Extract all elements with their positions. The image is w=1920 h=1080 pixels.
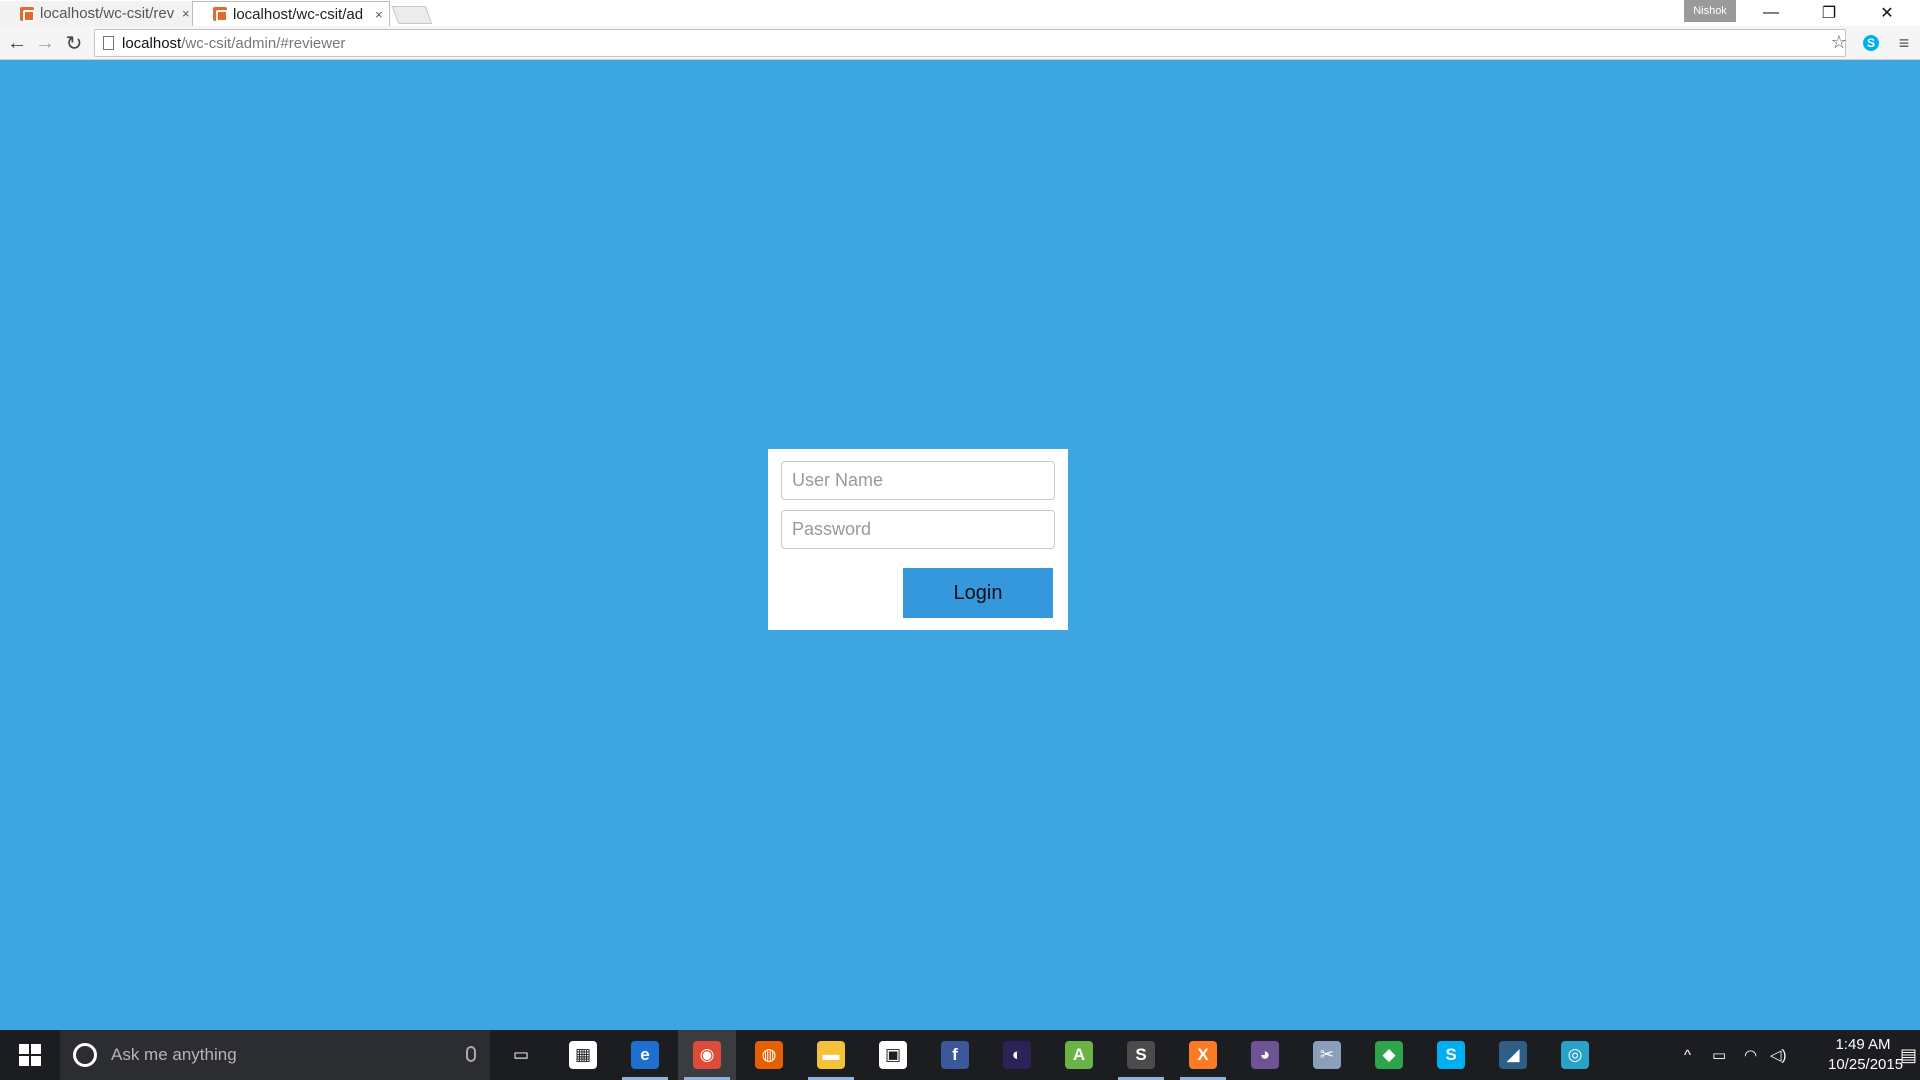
taskbar-sublime-text-button[interactable]: S xyxy=(1112,1030,1170,1080)
taskbar-apps-button[interactable]: ▦ xyxy=(554,1030,612,1080)
taskbar-xampp-button[interactable]: X xyxy=(1174,1030,1232,1080)
skype-icon: S xyxy=(1437,1041,1465,1069)
taskbar-firefox-button[interactable]: ◍ xyxy=(740,1030,798,1080)
facebook-icon: f xyxy=(941,1041,969,1069)
chrome-icon: ◉ xyxy=(693,1041,721,1069)
taskbar-eclipse-button[interactable]: ◐ xyxy=(988,1030,1046,1080)
menu-icon[interactable]: ≡ xyxy=(1893,32,1915,54)
taskbar-fences-button[interactable]: ◆ xyxy=(1360,1030,1418,1080)
address-bar[interactable]: localhost/wc-csit/admin/#reviewer xyxy=(94,29,1846,57)
browser-tab-1[interactable]: localhost/wc-csit/rev × xyxy=(0,1,200,26)
windows-taskbar: Ask me anything ▭ ▦ e ◉ ◍ ▬ ▣ f ◐ A S X ◕ ✂ ◆ S ◢ ◎ ^ ▭ ◠… xyxy=(0,1030,1920,1080)
file-explorer-icon: ▬ xyxy=(817,1041,845,1069)
url-text[interactable]: localhost/wc-csit/admin/#reviewer xyxy=(122,35,345,52)
skype-extension-icon[interactable]: S xyxy=(1860,32,1882,54)
windows-logo-icon xyxy=(19,1044,41,1066)
page-icon xyxy=(103,36,114,50)
taskbar-github-button[interactable]: ◕ xyxy=(1236,1030,1294,1080)
taskbar-skype-button[interactable]: S xyxy=(1422,1030,1480,1080)
taskbar-file-explorer-button[interactable]: ▬ xyxy=(802,1030,860,1080)
password-input[interactable] xyxy=(781,510,1055,549)
taskbar-task-view-button[interactable]: ▭ xyxy=(492,1030,550,1080)
android-studio-icon: A xyxy=(1065,1041,1093,1069)
clock-time: 1:49 AM xyxy=(1835,1036,1891,1053)
search-placeholder: Ask me anything xyxy=(111,1045,237,1064)
taskbar-store-button[interactable]: ▣ xyxy=(864,1030,922,1080)
taskbar-snipping-tool-button[interactable]: ✂ xyxy=(1298,1030,1356,1080)
github-icon: ◕ xyxy=(1251,1041,1279,1069)
clock-date: 10/25/2015 xyxy=(1828,1056,1904,1073)
battery-icon[interactable]: ▭ xyxy=(1712,1030,1726,1080)
snipping-tool-icon: ✂ xyxy=(1313,1041,1341,1069)
taskbar-app-globe-button[interactable]: ◎ xyxy=(1546,1030,1604,1080)
page-viewport: Login xyxy=(0,61,1920,1030)
login-button[interactable]: Login xyxy=(903,568,1053,618)
login-card: Login xyxy=(768,449,1068,630)
sublime-text-icon: S xyxy=(1127,1041,1155,1069)
close-window-button[interactable]: ✕ xyxy=(1858,0,1916,26)
browser-tab-2[interactable]: localhost/wc-csit/ad × xyxy=(192,1,390,26)
task-view-icon: ▭ xyxy=(507,1041,535,1069)
volume-icon[interactable]: ◁) xyxy=(1770,1030,1787,1080)
forward-button[interactable]: → xyxy=(33,31,57,55)
cortana-icon xyxy=(73,1043,97,1067)
firefox-icon: ◍ xyxy=(755,1041,783,1069)
start-button[interactable] xyxy=(0,1030,60,1080)
browser-tab-strip: localhost/wc-csit/rev × localhost/wc-csi… xyxy=(0,0,1920,26)
browser-toolbar: ← → ↻ localhost/wc-csit/admin/#reviewer … xyxy=(0,26,1920,60)
taskbar-mysql-workbench-button[interactable]: ◢ xyxy=(1484,1030,1542,1080)
fences-icon: ◆ xyxy=(1375,1041,1403,1069)
back-button[interactable]: ← xyxy=(5,31,29,55)
apps-icon: ▦ xyxy=(569,1041,597,1069)
mysql-workbench-icon: ◢ xyxy=(1499,1041,1527,1069)
skype-icon: S xyxy=(1863,35,1879,51)
xampp-favicon-icon xyxy=(20,6,35,22)
taskbar-edge-button[interactable]: e xyxy=(616,1030,674,1080)
xampp-icon: X xyxy=(1189,1041,1217,1069)
xampp-favicon-icon xyxy=(213,7,228,22)
taskbar-clock[interactable]: 1:49 AM 10/25/2015 xyxy=(1828,1035,1904,1075)
taskbar-chrome-button[interactable]: ◉ xyxy=(678,1030,736,1080)
restore-button[interactable]: ❐ xyxy=(1800,0,1858,26)
store-icon: ▣ xyxy=(879,1041,907,1069)
eclipse-icon: ◐ xyxy=(1003,1041,1031,1069)
bookmark-star-icon[interactable]: ☆ xyxy=(1828,31,1850,53)
minimize-button[interactable]: — xyxy=(1742,0,1800,26)
tray-chevron-icon[interactable]: ^ xyxy=(1684,1030,1691,1080)
taskbar-android-studio-button[interactable]: A xyxy=(1050,1030,1108,1080)
new-tab-button[interactable] xyxy=(391,6,433,24)
wifi-icon[interactable]: ◠ xyxy=(1744,1030,1757,1080)
app-globe-icon: ◎ xyxy=(1561,1041,1589,1069)
edge-icon: e xyxy=(631,1041,659,1069)
cortana-search-box[interactable]: Ask me anything xyxy=(60,1030,490,1080)
reload-button[interactable]: ↻ xyxy=(62,31,86,55)
taskbar-facebook-button[interactable]: f xyxy=(926,1030,984,1080)
microphone-icon[interactable] xyxy=(466,1046,476,1062)
tab-close-icon[interactable]: × xyxy=(182,6,190,21)
tab-title: localhost/wc-csit/rev xyxy=(40,5,175,22)
profile-badge[interactable]: Nishok xyxy=(1684,0,1736,22)
username-input[interactable] xyxy=(781,461,1055,500)
tab-title: localhost/wc-csit/ad xyxy=(233,5,364,23)
tab-close-icon[interactable]: × xyxy=(375,7,383,22)
